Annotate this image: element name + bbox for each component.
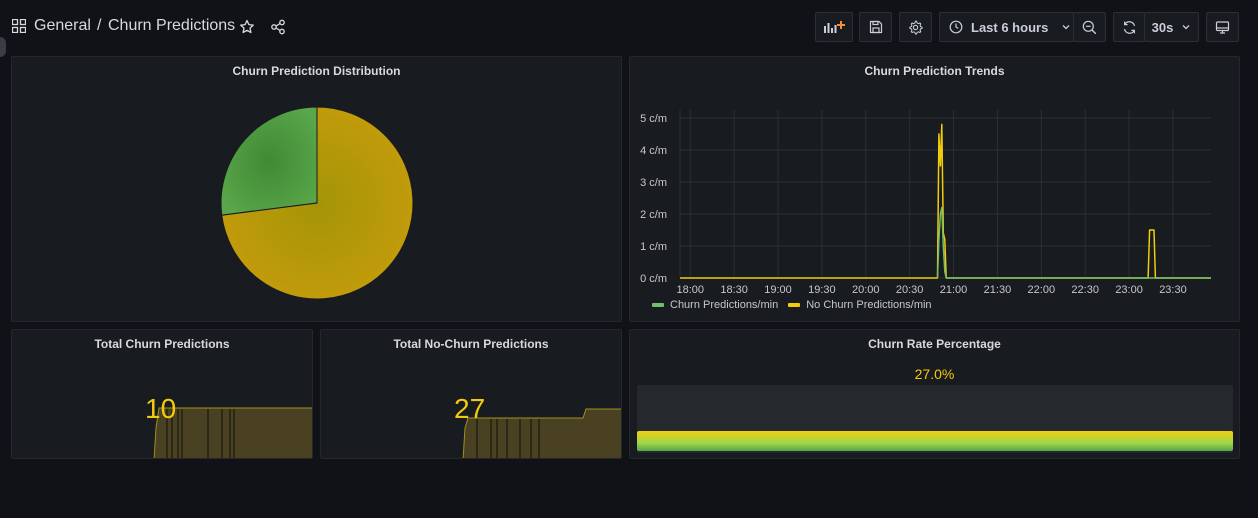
monitor-icon: [1215, 20, 1230, 34]
x-tick-label: 23:00: [1115, 284, 1143, 296]
add-panel-icon: [824, 21, 845, 33]
x-tick-label: 18:00: [676, 284, 704, 296]
chevron-down-icon: [1182, 25, 1190, 30]
x-tick-label: 23:30: [1159, 284, 1187, 296]
refresh-interval-picker[interactable]: 30s: [1144, 12, 1199, 42]
panel-total-no-churn[interactable]: Total No-Churn Predictions 27: [320, 329, 622, 459]
gear-icon: [909, 20, 923, 34]
time-range-label: Last 6 hours: [971, 19, 1049, 35]
y-tick-label: 2 c/m: [640, 209, 667, 221]
zoom-out-button[interactable]: [1073, 12, 1106, 42]
page-title[interactable]: Churn Predictions: [108, 17, 235, 35]
x-tick-label: 20:00: [852, 284, 880, 296]
pie-chart: [220, 106, 414, 300]
series-line-no-churn[interactable]: [680, 123, 1211, 279]
legend-swatch: [788, 303, 801, 307]
legend-item-no-churn[interactable]: No Churn Predictions/min: [788, 299, 932, 311]
x-tick-label: 20:30: [896, 284, 924, 296]
x-tick-label: 18:30: [720, 284, 748, 296]
chart-legend: Churn Predictions/min No Churn Predictio…: [652, 299, 932, 311]
zoom-out-icon: [1082, 20, 1097, 34]
y-tick-label: 1 c/m: [640, 241, 667, 253]
save-dashboard-button[interactable]: [859, 12, 892, 42]
stat-value: 27: [454, 393, 486, 424]
legend-label: Churn Predictions/min: [670, 299, 779, 311]
time-range-picker[interactable]: Last 6 hours: [939, 12, 1074, 42]
stat-value: 10: [145, 393, 177, 424]
clock-icon: [949, 20, 963, 34]
series-line-churn[interactable]: [936, 206, 1212, 279]
x-tick-label: 22:30: [1071, 284, 1099, 296]
save-icon: [869, 20, 882, 34]
star-icon[interactable]: [239, 19, 255, 35]
dashboard-settings-button[interactable]: [899, 12, 932, 42]
panel-total-churn[interactable]: Total Churn Predictions 10: [11, 329, 313, 459]
panel-title[interactable]: Churn Rate Percentage: [630, 337, 1239, 351]
x-tick-label: 22:00: [1028, 284, 1056, 296]
breadcrumb-separator: /: [97, 17, 102, 34]
y-tick-label: 5 c/m: [640, 113, 667, 125]
y-tick-label: 4 c/m: [640, 145, 667, 157]
y-tick-label: 0 c/m: [640, 273, 667, 285]
pie-slice-churn[interactable]: [220, 106, 318, 216]
y-tick-label: 3 c/m: [640, 177, 667, 189]
x-tick-label: 21:00: [940, 284, 968, 296]
legend-label: No Churn Predictions/min: [806, 299, 932, 311]
x-tick-label: 19:30: [808, 284, 836, 296]
gauge-value: 27.0%: [914, 366, 955, 382]
add-panel-button[interactable]: [815, 12, 853, 42]
x-tick-label: 21:30: [984, 284, 1012, 296]
chevron-down-icon: [1062, 25, 1070, 30]
panel-churn-distribution[interactable]: Churn Prediction Distribution: [11, 56, 622, 322]
tv-mode-button[interactable]: [1206, 12, 1239, 42]
panel-churn-trends[interactable]: Churn Prediction Trends 0 c/m 1 c/m 2 c/m 3…: [629, 56, 1240, 322]
share-icon[interactable]: [270, 19, 286, 35]
dashboard-header: General / Churn Predictions Last 6 hours…: [0, 0, 1258, 52]
refresh-icon: [1123, 20, 1135, 34]
panel-churn-rate[interactable]: Churn Rate Percentage 27.0%: [629, 329, 1240, 459]
breadcrumb-folder[interactable]: General: [34, 17, 91, 35]
legend-swatch: [652, 303, 664, 307]
sidebar-toggle-handle[interactable]: [0, 37, 6, 57]
dashboard-grid-icon[interactable]: [12, 19, 26, 33]
bar-gauge-fill: [637, 431, 1233, 451]
legend-item-churn[interactable]: Churn Predictions/min: [652, 299, 778, 311]
x-tick-label: 19:00: [764, 284, 792, 296]
refresh-interval-label: 30s: [1151, 19, 1174, 35]
line-chart: 0 c/m 1 c/m 2 c/m 3 c/m 4 c/m 5 c/m 18:00 18:30…: [640, 110, 1212, 296]
refresh-button[interactable]: [1113, 12, 1145, 42]
